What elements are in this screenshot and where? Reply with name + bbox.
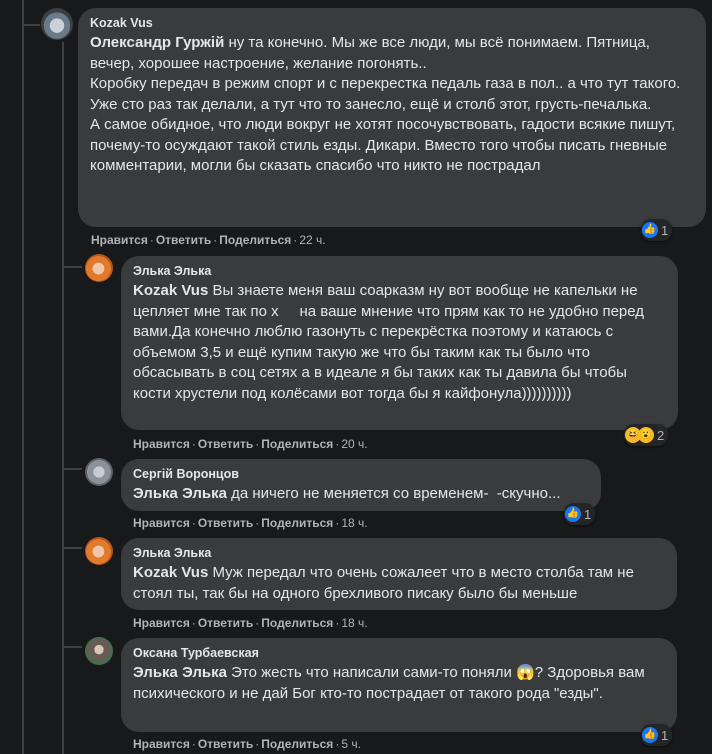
comment-bubble: Сергій Воронцов Элька Элька да ничего не…	[121, 459, 601, 511]
reaction-summary[interactable]: 👍 1	[641, 219, 673, 241]
mention-link[interactable]: Элька Элька	[133, 485, 227, 502]
avatar[interactable]	[41, 8, 73, 40]
separator: ·	[335, 616, 340, 630]
comment-actions: Нравится · Ответить · Поделиться · 22 ч.	[91, 233, 326, 247]
comment-actions: Нравится · Ответить · Поделиться · 18 ч.	[133, 516, 368, 530]
comment-body: ну та конечно. Мы же все люди, мы всё по…	[90, 34, 681, 174]
comment-body: Это жесть что написали сами-то поняли	[226, 664, 517, 681]
comment-body: Муж передал что очень сожалеет что в мес…	[133, 564, 639, 602]
comment-actions: Нравится · Ответить · Поделиться · 5 ч.	[133, 737, 361, 751]
reaction-count: 2	[657, 427, 665, 443]
comment-bubble: Оксана Турбаевская Элька Элька Это жесть…	[121, 638, 677, 732]
like-button[interactable]: Нравится	[133, 737, 190, 751]
timestamp[interactable]: 18 ч.	[341, 616, 367, 630]
thread-line-top	[22, 0, 24, 754]
separator: ·	[191, 616, 196, 630]
separator: ·	[191, 516, 196, 530]
comment-actions: Нравится · Ответить · Поделиться · 18 ч.	[133, 616, 368, 630]
separator: ·	[191, 737, 196, 751]
timestamp[interactable]: 18 ч.	[341, 516, 367, 530]
comment-text: Элька Элька Это жесть что написали сами-…	[133, 663, 665, 704]
reply-button[interactable]: Ответить	[198, 616, 253, 630]
reply-button[interactable]: Ответить	[156, 233, 211, 247]
timestamp[interactable]: 5 ч.	[341, 737, 361, 751]
like-button[interactable]: Нравится	[91, 233, 148, 247]
comment-bubble: Kozak Vus Олександр Гуржій ну та конечно…	[78, 8, 706, 227]
like-icon: 👍	[642, 727, 658, 743]
mention-link[interactable]: Олександр Гуржій	[90, 34, 224, 51]
reaction-count: 1	[661, 727, 669, 743]
scream-emoji: 😱	[516, 664, 535, 681]
comment-author[interactable]: Элька Элька	[133, 263, 666, 279]
timestamp[interactable]: 20 ч.	[341, 437, 367, 451]
mention-link[interactable]: Kozak Vus	[133, 282, 208, 299]
comment-bubble: Элька Элька Kozak Vus Вы знаете меня ваш…	[121, 256, 678, 430]
wow-icon: 😮	[638, 427, 654, 443]
thread-connector	[62, 266, 82, 268]
separator: ·	[255, 516, 260, 530]
timestamp[interactable]: 22 ч.	[299, 233, 325, 247]
comment-text: Kozak Vus Муж передал что очень сожалеет…	[133, 563, 665, 604]
like-icon: 👍	[642, 222, 658, 238]
like-button[interactable]: Нравится	[133, 516, 190, 530]
reply-button[interactable]: Ответить	[198, 516, 253, 530]
comment-body: Вы знаете меня ваш соарказм ну вот вообщ…	[133, 282, 649, 402]
thread-connector	[62, 646, 82, 648]
reaction-count: 1	[661, 222, 669, 238]
comment-text: Kozak Vus Вы знаете меня ваш соарказм ну…	[133, 281, 666, 404]
separator: ·	[255, 737, 260, 751]
comment-text: Элька Элька да ничего не меняется со вре…	[133, 484, 589, 505]
reply-button[interactable]: Ответить	[198, 437, 253, 451]
like-button[interactable]: Нравится	[133, 616, 190, 630]
separator: ·	[335, 737, 340, 751]
reaction-summary[interactable]: 😆 😮 2	[624, 424, 669, 446]
thread-connector	[62, 468, 82, 470]
share-button[interactable]: Поделиться	[219, 233, 291, 247]
share-button[interactable]: Поделиться	[261, 737, 333, 751]
share-button[interactable]: Поделиться	[261, 437, 333, 451]
comment-actions: Нравится · Ответить · Поделиться · 20 ч.	[133, 437, 368, 451]
avatar[interactable]	[85, 537, 113, 565]
mention-link[interactable]: Kozak Vus	[133, 564, 208, 581]
mention-link[interactable]: Элька Элька	[133, 664, 227, 681]
reaction-summary[interactable]: 👍 1	[564, 503, 596, 525]
comment-author[interactable]: Оксана Турбаевская	[133, 645, 665, 661]
separator: ·	[213, 233, 218, 247]
reaction-summary[interactable]: 👍 1	[641, 724, 673, 746]
share-button[interactable]: Поделиться	[261, 616, 333, 630]
comment-author[interactable]: Элька Элька	[133, 545, 665, 561]
separator: ·	[149, 233, 154, 247]
comment-bubble: Элька Элька Kozak Vus Муж передал что оч…	[121, 538, 677, 610]
avatar[interactable]	[85, 458, 113, 486]
reaction-count: 1	[584, 506, 592, 522]
comment-body: да ничего не меняется со временем- -скуч…	[226, 485, 561, 502]
avatar[interactable]	[85, 254, 113, 282]
thread-connector	[62, 547, 82, 549]
separator: ·	[191, 437, 196, 451]
separator: ·	[335, 437, 340, 451]
separator: ·	[255, 616, 260, 630]
separator: ·	[293, 233, 298, 247]
share-button[interactable]: Поделиться	[261, 516, 333, 530]
like-button[interactable]: Нравится	[133, 437, 190, 451]
separator: ·	[255, 437, 260, 451]
comment-author[interactable]: Сергій Воронцов	[133, 466, 589, 482]
like-icon: 👍	[565, 506, 581, 522]
separator: ·	[335, 516, 340, 530]
reply-button[interactable]: Ответить	[198, 737, 253, 751]
comment-author[interactable]: Kozak Vus	[90, 15, 694, 31]
avatar[interactable]	[85, 637, 113, 665]
comment-text: Олександр Гуржій ну та конечно. Мы же вс…	[90, 33, 694, 177]
thread-connector	[22, 24, 40, 26]
